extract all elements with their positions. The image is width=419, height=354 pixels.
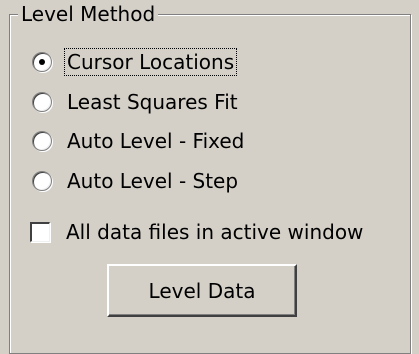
all-data-files-checkbox[interactable] [30,222,50,242]
radio-label: Least Squares Fit [67,90,238,114]
radio-label: Auto Level - Fixed [67,129,245,153]
radio-button[interactable] [32,171,52,191]
group-title: Level Method [18,2,159,26]
level-data-button[interactable]: Level Data [107,264,297,317]
checkbox-label: All data files in active window [66,220,364,244]
radio-button-selected[interactable] [32,52,52,72]
radio-cursor-locations[interactable]: Cursor Locations [32,46,238,78]
radio-auto-level-step[interactable]: Auto Level - Step [32,165,241,197]
radio-label: Auto Level - Step [67,169,239,193]
all-data-files-checkbox-row[interactable]: All data files in active window [30,217,363,247]
radio-button[interactable] [32,131,52,151]
radio-auto-level-fixed[interactable]: Auto Level - Fixed [32,125,247,157]
radio-least-squares-fit[interactable]: Least Squares Fit [32,86,241,118]
radio-button[interactable] [32,92,52,112]
radio-label: Cursor Locations [64,48,238,76]
